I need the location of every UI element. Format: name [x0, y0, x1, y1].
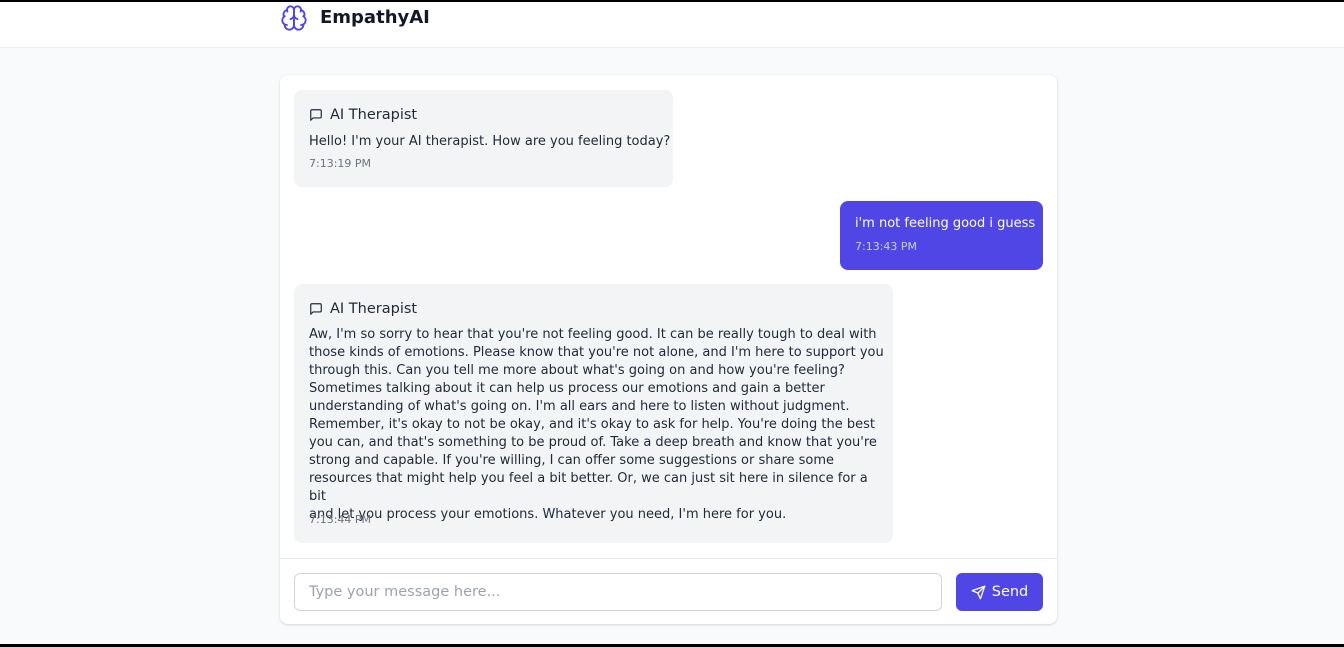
message-timestamp: 7:13:43 PM: [855, 240, 918, 253]
ai-message: AI Therapist Hello! I'm your AI therapis…: [294, 90, 673, 187]
user-message: i'm not feeling good i guess 7:13:43 PM: [840, 201, 1043, 270]
app-page: EmpathyAI AI Therapist Hello! I'm your A…: [0, 2, 1344, 644]
send-button[interactable]: Send: [956, 573, 1043, 611]
app-title: EmpathyAI: [320, 7, 430, 28]
message-text: i'm not feeling good i guess: [855, 216, 1036, 231]
send-icon: [971, 585, 986, 599]
message-timestamp: 7:13:19 PM: [309, 157, 372, 170]
message-composer: Send: [280, 558, 1057, 625]
message-square-icon: [310, 303, 322, 315]
message-sender: AI Therapist: [330, 107, 418, 123]
message-sender-row: AI Therapist: [309, 300, 417, 318]
message-timestamp: 7:13:44 PM: [309, 513, 372, 526]
message-input[interactable]: [294, 573, 942, 611]
send-button-label: Send: [991, 584, 1029, 600]
chat-panel: AI Therapist Hello! I'm your AI therapis…: [280, 75, 1057, 624]
message-text: Hello! I'm your AI therapist. How are yo…: [309, 134, 671, 149]
message-sender: AI Therapist: [330, 301, 418, 317]
top-header: EmpathyAI: [0, 2, 1344, 48]
ai-message: AI Therapist Aw, I'm so sorry to hear th…: [294, 284, 893, 543]
message-text: Aw, I'm so sorry to hear that you're not…: [309, 327, 884, 522]
message-sender-row: AI Therapist: [309, 106, 417, 124]
brain-icon: [281, 5, 307, 31]
message-square-icon: [310, 109, 322, 121]
